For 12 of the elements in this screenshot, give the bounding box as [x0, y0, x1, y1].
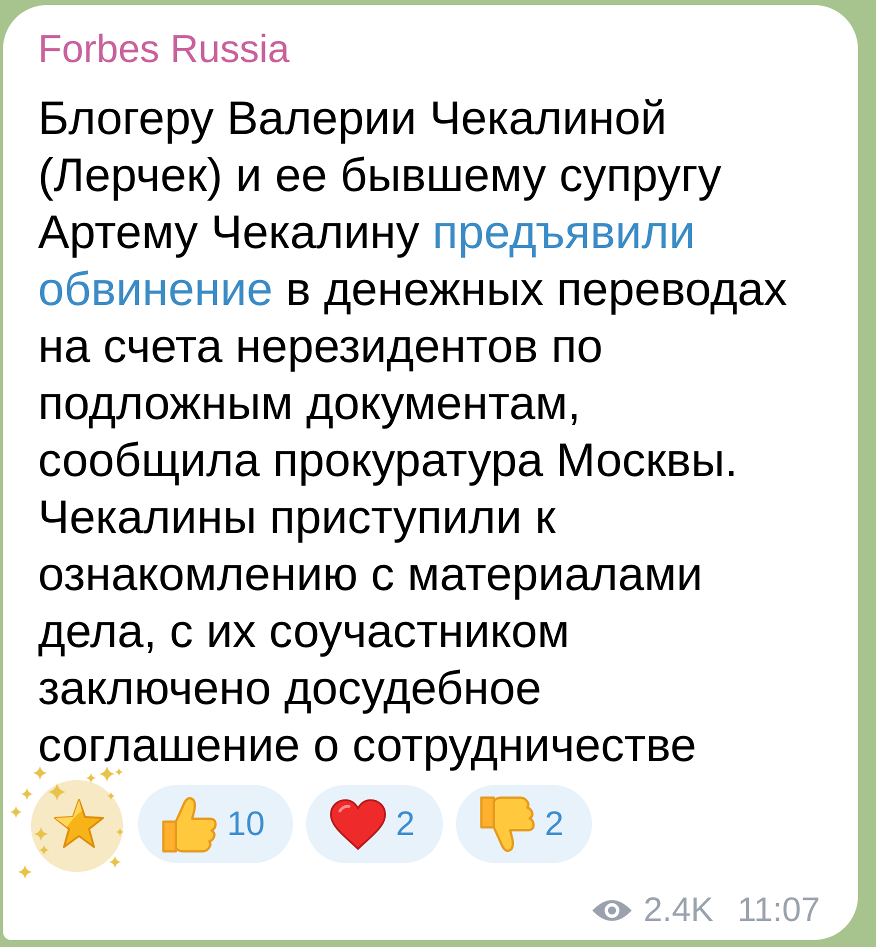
- message-link[interactable]: предъявили: [432, 205, 696, 258]
- message-text: Блогеру Валерии Чекалиной (Лерчек) и ее бывшему супругу Артему Чекалину предъявили обвинение в денежных переводах на счета нерезидентов по подложным документам, сообщила прокуратура Москвы. Чекалины приступили к ознакомлению с материалами дела, с их соучастником заключено досудебное соглашение о сотрудничестве: [38, 90, 788, 773]
- thumbs-down-icon: [480, 796, 535, 852]
- reaction-button[interactable]: 10: [138, 785, 293, 863]
- reaction-button[interactable]: 2: [306, 785, 443, 863]
- message-time: 11:07: [737, 890, 820, 930]
- heart-icon: [330, 798, 386, 850]
- message-link[interactable]: обвинение: [38, 262, 273, 315]
- view-count: 2.4K: [643, 890, 714, 930]
- thumbs-up-icon: [162, 796, 217, 852]
- reaction-button[interactable]: 2: [456, 785, 592, 863]
- channel-name: Forbes Russia: [38, 27, 290, 73]
